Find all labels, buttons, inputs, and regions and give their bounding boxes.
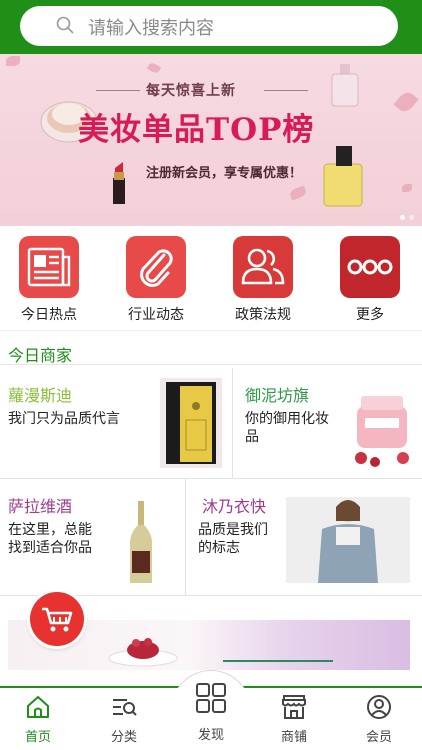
user-icon [367,695,391,719]
search-box[interactable]: 请输入搜索内容 [20,6,398,46]
dessert-image [108,638,178,667]
fashion-model-image [286,497,410,583]
quicknav-label: 今日热点 [21,307,77,323]
quicknav-label: 政策法规 [235,307,291,323]
search-icon [56,16,74,34]
cart-button[interactable] [30,592,84,646]
tab-discover[interactable]: 发现 [181,682,241,743]
tab-shop[interactable]: 商铺 [264,694,324,745]
lipstick-image [113,162,125,204]
merchant-product-image [355,396,409,467]
divider [0,330,422,331]
merchant-product-image [160,378,222,468]
section-divider [0,364,422,365]
tab-label: 发现 [197,728,224,743]
tab-label: 商铺 [280,730,307,745]
banner-subtitle: 注册新会员，享专属优惠！ [146,166,303,181]
home-icon [27,696,49,718]
merchant-desc: 在这里，总能找到适合你品 [8,522,92,556]
merchant-desc: 你的御用化妆品 [245,411,329,445]
merchant-desc: 品质是我们的标志 [198,522,268,556]
banner-tag-line-right [264,90,308,91]
more-dots-icon [340,236,400,298]
search-input[interactable]: 请输入搜索内容 [88,14,214,40]
foundation-bottle-image [323,146,363,207]
perfume-image [331,64,359,107]
section-title: 今日商家 [8,346,73,365]
tab-label: 首页 [24,730,51,745]
merchant-card-2[interactable]: 御泥坊旗 你的御用化妆品 [233,368,422,478]
promo-banner[interactable]: 每天惊喜上新 美妆单品TOP榜 注册新会员，享专属优惠！ [0,54,422,226]
page: { "search": { "placeholder": "请输入搜索内容" }… [0,0,422,750]
tab-label: 分类 [110,730,137,745]
banner-title: 美妆单品TOP榜 [78,112,315,148]
tab-category[interactable]: 分类 [94,694,154,745]
tab-member[interactable]: 会员 [349,694,409,745]
merchant-card-1[interactable]: 蘿漫斯迪 我门只为品质代言 [0,368,232,478]
wine-bottle-image [130,501,152,583]
category-icon [113,699,137,716]
tab-label: 会员 [365,730,392,745]
tab-home[interactable]: 首页 [8,694,68,745]
grid-icon [196,683,226,713]
cart-icon [42,607,73,632]
banner-dot-2[interactable] [409,215,414,220]
merchant-name: 沐乃衣快 [202,497,267,516]
quicknav-item-hot-today[interactable]: 今日热点 [17,236,81,324]
shop-icon [282,695,306,719]
banner-tag: 每天惊喜上新 [146,83,236,99]
users-icon [233,236,293,298]
banner-dot-1[interactable] [400,215,405,220]
paperclip-icon [126,236,186,298]
quick-nav: 今日热点 行业动态 政策法规 更多 [0,226,422,330]
banner-pagination [400,215,414,220]
quicknav-label: 更多 [356,307,384,323]
promo-line [223,660,333,662]
merchant-name: 御泥坊旗 [245,386,310,405]
quicknav-item-policy[interactable]: 政策法规 [231,236,295,324]
quicknav-item-more[interactable]: 更多 [338,236,402,324]
merchant-card-4[interactable]: 沐乃衣快 品质是我们的标志 [186,479,422,595]
merchant-name: 萨拉维酒 [8,497,73,516]
merchant-card-3[interactable]: 萨拉维酒 在这里，总能找到适合你品 [0,479,185,595]
banner-tag-line-left [96,90,140,91]
quicknav-label: 行业动态 [128,307,184,323]
header-bar: 请输入搜索内容 [0,0,422,54]
merchant-name: 蘿漫斯迪 [8,386,73,405]
newspaper-icon [19,236,79,298]
quicknav-item-industry-news[interactable]: 行业动态 [124,236,188,324]
merchant-desc: 我门只为品质代言 [8,411,120,427]
